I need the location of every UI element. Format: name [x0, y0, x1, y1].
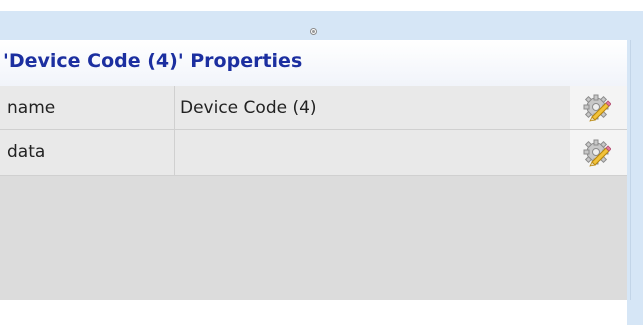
property-row-data[interactable]: data — [0, 130, 627, 176]
bottom-strip — [0, 300, 627, 325]
panel-header: 'Device Code (4)' Properties — [0, 40, 627, 86]
column-divider — [174, 130, 175, 175]
gear-edit-icon[interactable] — [581, 92, 611, 122]
panel-title: 'Device Code (4)' Properties — [3, 50, 303, 72]
splitter-handle-icon[interactable] — [310, 28, 317, 35]
gear-edit-icon[interactable] — [581, 137, 611, 167]
properties-panel: 'Device Code (4)' Properties name Device… — [0, 40, 627, 300]
splitter-bar[interactable] — [0, 11, 643, 40]
properties-window: 'Device Code (4)' Properties name Device… — [0, 0, 643, 325]
property-key: name — [7, 98, 56, 118]
property-row-name[interactable]: name Device Code (4) — [0, 86, 627, 130]
right-edge-line — [630, 40, 631, 300]
top-strip — [0, 0, 643, 11]
column-divider — [174, 86, 175, 129]
panel-empty-area — [0, 176, 627, 300]
property-value: Device Code (4) — [180, 98, 317, 118]
property-key: data — [7, 142, 46, 162]
